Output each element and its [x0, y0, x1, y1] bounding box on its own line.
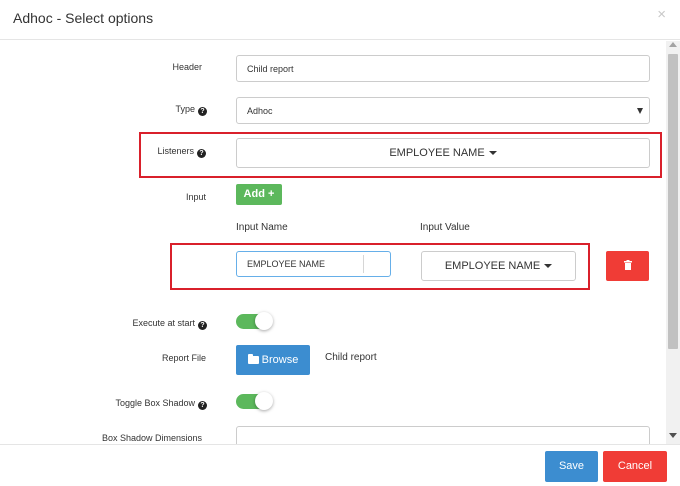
cancel-button[interactable]: Cancel [603, 451, 667, 482]
trash-icon [624, 260, 632, 270]
toggle-knob [255, 392, 273, 410]
listeners-dropdown[interactable]: EMPLOYEE NAME [236, 138, 650, 168]
listeners-label: Listeners? [120, 146, 206, 158]
execute-at-start-label: Execute at start? [100, 318, 207, 330]
close-icon[interactable]: × [657, 6, 666, 23]
type-label-text: Type [175, 104, 195, 114]
header-label: Header [172, 62, 202, 72]
input-name-field-value: EMPLOYEE NAME [247, 259, 326, 269]
listeners-dropdown-value: EMPLOYEE NAME [389, 147, 485, 159]
modal-body: Header Child report Type? Adhoc Listener… [0, 41, 666, 444]
browse-button[interactable]: Browse [236, 345, 310, 375]
input-value-dropdown[interactable]: EMPLOYEE NAME [421, 251, 576, 281]
box-shadow-dimensions-input[interactable] [236, 426, 650, 444]
modal-footer: Save Cancel [0, 444, 680, 486]
save-button[interactable]: Save [545, 451, 598, 482]
caret-down-icon [544, 264, 553, 268]
delete-input-button[interactable] [606, 251, 649, 281]
type-label: Type? [120, 104, 207, 116]
input-name-field[interactable]: EMPLOYEE NAME [236, 251, 391, 277]
scroll-up-arrow-icon[interactable] [669, 42, 677, 47]
toggle-knob [255, 312, 273, 330]
plus-icon: + [268, 188, 275, 200]
add-input-button[interactable]: Add + [236, 184, 282, 205]
header-input[interactable]: Child report [236, 55, 650, 82]
modal-title: Adhoc - Select options [13, 10, 154, 26]
report-file-name: Child report [325, 352, 377, 363]
field-divider [363, 255, 364, 273]
scrollbar-thumb[interactable] [668, 54, 678, 349]
scroll-down-arrow-icon[interactable] [669, 433, 677, 438]
help-icon[interactable]: ? [198, 107, 207, 116]
toggle-box-shadow-label-text: Toggle Box Shadow [115, 398, 195, 408]
toggle-box-shadow-label: Toggle Box Shadow? [80, 398, 207, 410]
type-select-value: Adhoc [247, 105, 273, 116]
modal-header: Adhoc - Select options × [0, 0, 680, 40]
input-value-header: Input Value [420, 222, 470, 233]
listeners-label-text: Listeners [157, 146, 194, 156]
scrollbar[interactable] [666, 41, 680, 444]
chevron-down-icon [637, 107, 643, 114]
folder-icon [247, 354, 259, 364]
box-shadow-dimensions-label: Box Shadow Dimensions [101, 433, 202, 443]
help-icon[interactable]: ? [197, 149, 206, 158]
input-label: Input [185, 192, 206, 202]
help-icon[interactable]: ? [198, 321, 207, 330]
header-input-value: Child report [247, 63, 294, 74]
add-input-button-label: Add [243, 188, 265, 200]
caret-down-icon [488, 151, 497, 155]
execute-at-start-label-text: Execute at start [132, 318, 195, 328]
help-icon[interactable]: ? [198, 401, 207, 410]
report-file-label: Report File [161, 353, 206, 363]
input-name-header: Input Name [236, 222, 288, 233]
browse-button-label: Browse [261, 354, 299, 366]
toggle-box-shadow-toggle[interactable] [236, 392, 273, 410]
execute-at-start-toggle[interactable] [236, 312, 273, 330]
input-value-dropdown-value: EMPLOYEE NAME [444, 260, 541, 272]
type-select[interactable]: Adhoc [236, 97, 650, 124]
